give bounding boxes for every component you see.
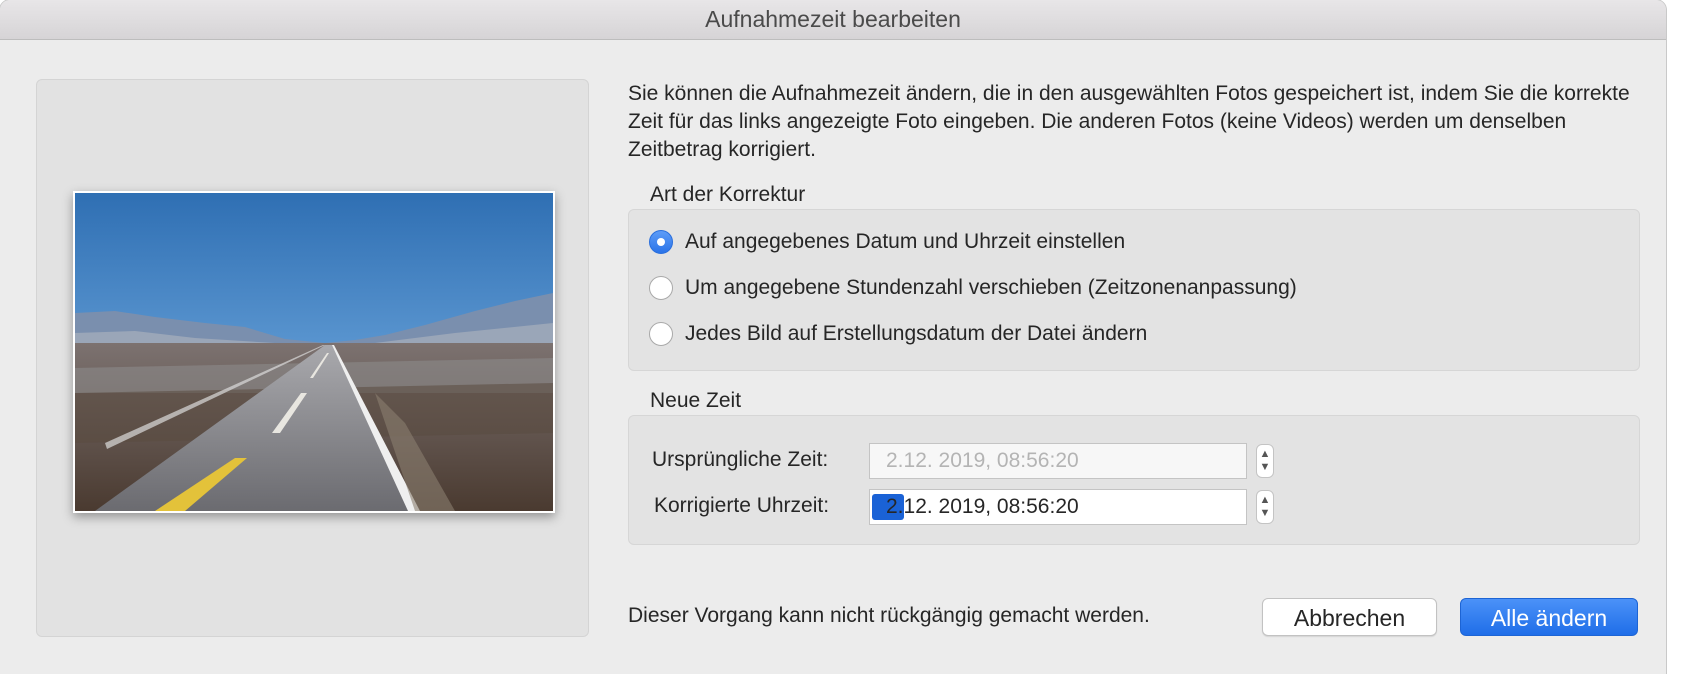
- original-time-field: 2.12. 2019, 08:56:20: [869, 443, 1247, 479]
- change-all-button[interactable]: Alle ändern: [1460, 598, 1638, 636]
- title-bar: Aufnahmezeit bearbeiten: [0, 0, 1666, 40]
- radio-label-file-creation-date: Jedes Bild auf Erstellungsdatum der Date…: [685, 322, 1148, 345]
- chevron-up-icon[interactable]: ▲: [1260, 494, 1271, 507]
- window-title: Aufnahmezeit bearbeiten: [705, 6, 961, 32]
- road-landscape-image: [75, 193, 553, 511]
- original-time-label: Ursprüngliche Zeit:: [652, 448, 829, 471]
- cancel-button[interactable]: Abbrechen: [1262, 598, 1437, 636]
- photo-preview-panel: [36, 79, 589, 637]
- radio-file-creation-date[interactable]: [649, 322, 673, 346]
- radio-set-date-time[interactable]: [649, 230, 673, 254]
- new-time-title: Neue Zeit: [650, 389, 742, 412]
- corrected-time-label: Korrigierte Uhrzeit:: [654, 494, 830, 517]
- chevron-up-icon: ▲: [1259, 448, 1271, 460]
- new-time-group: [628, 415, 1640, 545]
- radio-row-file-creation-date[interactable]: Jedes Bild auf Erstellungsdatum der Date…: [649, 319, 1147, 349]
- correction-type-group: Auf angegebenes Datum und Uhrzeit einste…: [628, 209, 1640, 371]
- corrected-time-stepper[interactable]: ▲ ▼: [1256, 490, 1274, 524]
- radio-label-shift-hours: Um angegebene Stundenzahl verschieben (Z…: [685, 276, 1297, 299]
- original-time-stepper: ▲ ▼: [1256, 444, 1274, 478]
- correction-type-title: Art der Korrektur: [650, 183, 806, 206]
- radio-row-shift-hours[interactable]: Um angegebene Stundenzahl verschieben (Z…: [649, 273, 1297, 303]
- chevron-down-icon[interactable]: ▼: [1260, 507, 1271, 520]
- photo-thumbnail: [73, 191, 555, 513]
- radio-row-set-date-time[interactable]: Auf angegebenes Datum und Uhrzeit einste…: [649, 227, 1125, 257]
- description-text: Sie können die Aufnahmezeit ändern, die …: [628, 82, 1630, 161]
- undo-warning-text: Dieser Vorgang kann nicht rückgängig gem…: [628, 604, 1150, 627]
- corrected-time-value: 2.12. 2019, 08:56:20: [886, 495, 1079, 518]
- corrected-time-field[interactable]: 2.12. 2019, 08:56:20: [869, 489, 1247, 525]
- radio-label-set-date-time: Auf angegebenes Datum und Uhrzeit einste…: [685, 230, 1126, 253]
- radio-shift-hours[interactable]: [649, 276, 673, 300]
- original-time-value: 2.12. 2019, 08:56:20: [886, 449, 1079, 472]
- edit-capture-time-dialog: Aufnahmezeit bearbeiten Sie können die A…: [0, 0, 1666, 674]
- chevron-down-icon: ▼: [1259, 461, 1271, 473]
